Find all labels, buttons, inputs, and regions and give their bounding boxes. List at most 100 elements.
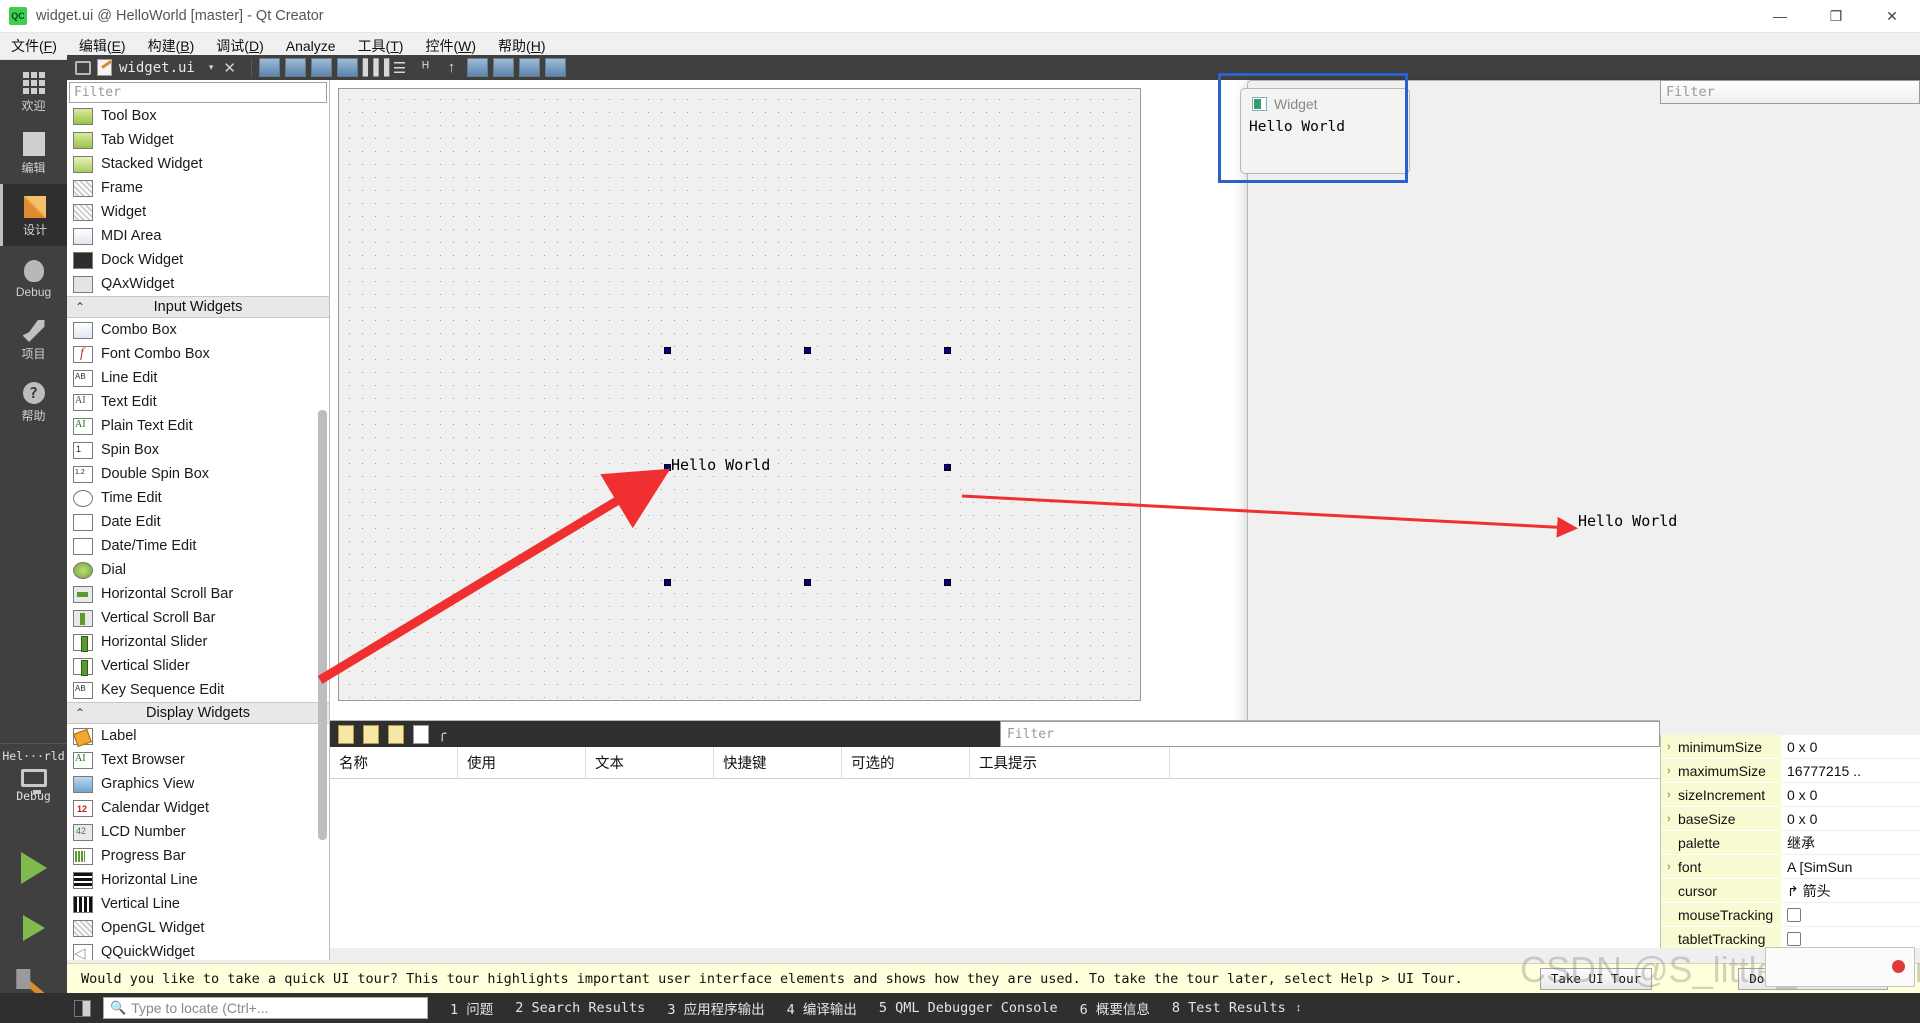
- widget-item-widget[interactable]: Widget: [67, 200, 329, 224]
- widget-item-font-combo-box[interactable]: Font Combo Box: [67, 342, 329, 366]
- property-value[interactable]: [1781, 927, 1920, 948]
- widget-item-combo-box[interactable]: Combo Box: [67, 318, 329, 342]
- mode-item-bug[interactable]: Debug: [0, 246, 67, 308]
- property-row[interactable]: › baseSize 0 x 0: [1661, 807, 1920, 831]
- delete-action-button[interactable]: [413, 724, 429, 744]
- widget-item-label[interactable]: Label: [67, 724, 329, 748]
- property-row[interactable]: › maximumSize 16777215 ..: [1661, 759, 1920, 783]
- minimize-button[interactable]: —: [1752, 0, 1808, 33]
- selection-handle[interactable]: [664, 579, 671, 586]
- widget-item-tab-widget[interactable]: Tab Widget: [67, 128, 329, 152]
- edit-buddies-button[interactable]: [310, 58, 332, 77]
- selection-handle[interactable]: [804, 579, 811, 586]
- widget-item-vertical-scroll-bar[interactable]: Vertical Scroll Bar: [67, 606, 329, 630]
- widget-item-horizontal-slider[interactable]: Horizontal Slider: [67, 630, 329, 654]
- action-column-header[interactable]: 使用: [458, 746, 586, 779]
- widget-item-vertical-line[interactable]: Vertical Line: [67, 892, 329, 916]
- selection-handle[interactable]: [944, 579, 951, 586]
- widget-item-opengl-widget[interactable]: OpenGL Widget: [67, 916, 329, 940]
- layout-vertically-button[interactable]: ☰: [389, 58, 410, 77]
- property-row[interactable]: palette 继承: [1661, 831, 1920, 855]
- widget-item-key-sequence-edit[interactable]: Key Sequence Edit: [67, 678, 329, 702]
- layout-grid-button[interactable]: [492, 58, 514, 77]
- hello-world-label[interactable]: Hello World: [671, 456, 770, 474]
- form-surface[interactable]: Hello World: [338, 88, 1141, 701]
- copy-action-button[interactable]: [363, 724, 379, 744]
- edit-tab-order-button[interactable]: [336, 58, 358, 77]
- widget-item-line-edit[interactable]: Line Edit: [67, 366, 329, 390]
- property-value[interactable]: ↱ 箭头: [1781, 879, 1920, 903]
- property-row[interactable]: › minimumSize 0 x 0: [1661, 735, 1920, 759]
- property-row[interactable]: › sizeIncrement 0 x 0: [1661, 783, 1920, 807]
- property-filter-input[interactable]: Filter: [1660, 80, 1920, 104]
- property-editor[interactable]: › minimumSize 0 x 0 › maximumSize 16777215 ..…: [1660, 735, 1920, 948]
- selection-handle[interactable]: [664, 347, 671, 354]
- widget-item-time-edit[interactable]: Time Edit: [67, 486, 329, 510]
- action-column-header[interactable]: 名称: [330, 746, 458, 779]
- close-button[interactable]: ✕: [1864, 0, 1920, 33]
- widget-item-horizontal-scroll-bar[interactable]: Horizontal Scroll Bar: [67, 582, 329, 606]
- property-value[interactable]: 0 x 0: [1781, 783, 1920, 807]
- new-action-button[interactable]: [338, 724, 354, 744]
- mode-item-grid[interactable]: 欢迎: [0, 60, 67, 122]
- form-editor-canvas[interactable]: Hello World: [330, 80, 1247, 720]
- status-item-4[interactable]: 5 QML Debugger Console: [879, 1000, 1058, 1016]
- widget-item-stacked-widget[interactable]: Stacked Widget: [67, 152, 329, 176]
- chevron-down-icon[interactable]: ▾: [209, 62, 214, 73]
- action-column-header[interactable]: 可选的: [842, 746, 970, 779]
- widget-box-filter-input[interactable]: Filter: [69, 82, 327, 103]
- menu-item-0[interactable]: 文件(F): [0, 32, 68, 60]
- widget-item-calendar-widget[interactable]: Calendar Widget: [67, 796, 329, 820]
- close-document-button[interactable]: ✕: [223, 59, 236, 77]
- tray-popup[interactable]: [1765, 947, 1915, 987]
- status-item-2[interactable]: 3 应用程序输出: [667, 998, 764, 1018]
- widget-item-plain-text-edit[interactable]: Plain Text Edit: [67, 414, 329, 438]
- toggle-sidebar-button[interactable]: [74, 999, 91, 1017]
- property-row[interactable]: mouseTracking: [1661, 903, 1920, 927]
- chevron-right-icon[interactable]: ›: [1667, 813, 1678, 825]
- property-value[interactable]: [1781, 903, 1920, 927]
- widget-item-double-spin-box[interactable]: Double Spin Box: [67, 462, 329, 486]
- selection-handle[interactable]: [804, 347, 811, 354]
- property-value[interactable]: 0 x 0: [1781, 735, 1920, 759]
- configure-button[interactable]: ╭: [438, 725, 454, 744]
- run-button[interactable]: [0, 838, 67, 898]
- edit-widgets-button[interactable]: [258, 58, 280, 77]
- property-value[interactable]: 16777215 ..: [1781, 759, 1920, 783]
- widget-item-tool-box[interactable]: Tool Box: [67, 104, 329, 128]
- widget-item-progress-bar[interactable]: Progress Bar: [67, 844, 329, 868]
- layout-splitter-h-button[interactable]: ᴴ: [415, 58, 436, 77]
- widget-category-input-widgets[interactable]: ⌃ Input Widgets: [67, 296, 329, 318]
- start-debugging-button[interactable]: [0, 898, 67, 958]
- property-value[interactable]: 继承: [1781, 831, 1920, 855]
- widget-item-mdi-area[interactable]: MDI Area: [67, 224, 329, 248]
- action-column-header[interactable]: 工具提示: [970, 746, 1170, 779]
- widget-item-dial[interactable]: Dial: [67, 558, 329, 582]
- widget-item-frame[interactable]: Frame: [67, 176, 329, 200]
- selection-handle[interactable]: [944, 464, 951, 471]
- kit-selector[interactable]: Hel···rld Debug: [0, 743, 67, 838]
- status-item-0[interactable]: 1 问题: [450, 998, 493, 1018]
- chevron-right-icon[interactable]: ›: [1667, 741, 1678, 753]
- open-file-name[interactable]: widget.ui: [119, 60, 195, 76]
- mode-item-question[interactable]: ? 帮助: [0, 370, 67, 432]
- chevron-right-icon[interactable]: ›: [1667, 765, 1678, 777]
- selection-handle[interactable]: [944, 347, 951, 354]
- lock-icon[interactable]: [75, 60, 91, 75]
- status-item-3[interactable]: 4 编译输出: [787, 998, 857, 1018]
- property-row[interactable]: tabletTracking: [1661, 927, 1920, 948]
- checkbox[interactable]: [1787, 907, 1801, 922]
- widget-item-qquickwidget[interactable]: QQuickWidget: [67, 940, 329, 960]
- widget-item-graphics-view[interactable]: Graphics View: [67, 772, 329, 796]
- chevron-right-icon[interactable]: ›: [1667, 861, 1678, 873]
- edit-signals-slots-button[interactable]: [284, 58, 306, 77]
- widget-item-spin-box[interactable]: Spin Box: [67, 438, 329, 462]
- status-item-1[interactable]: 2 Search Results: [515, 1000, 645, 1016]
- widget-item-text-edit[interactable]: Text Edit: [67, 390, 329, 414]
- selection-handle[interactable]: [664, 464, 671, 471]
- property-row[interactable]: cursor ↱ 箭头: [1661, 879, 1920, 903]
- widget-item-dock-widget[interactable]: Dock Widget: [67, 248, 329, 272]
- widget-item-qaxwidget[interactable]: QAxWidget: [67, 272, 329, 296]
- status-item-6[interactable]: 8 Test Results: [1172, 1000, 1286, 1016]
- output-pane-stepper[interactable]: ↕: [1296, 1002, 1302, 1014]
